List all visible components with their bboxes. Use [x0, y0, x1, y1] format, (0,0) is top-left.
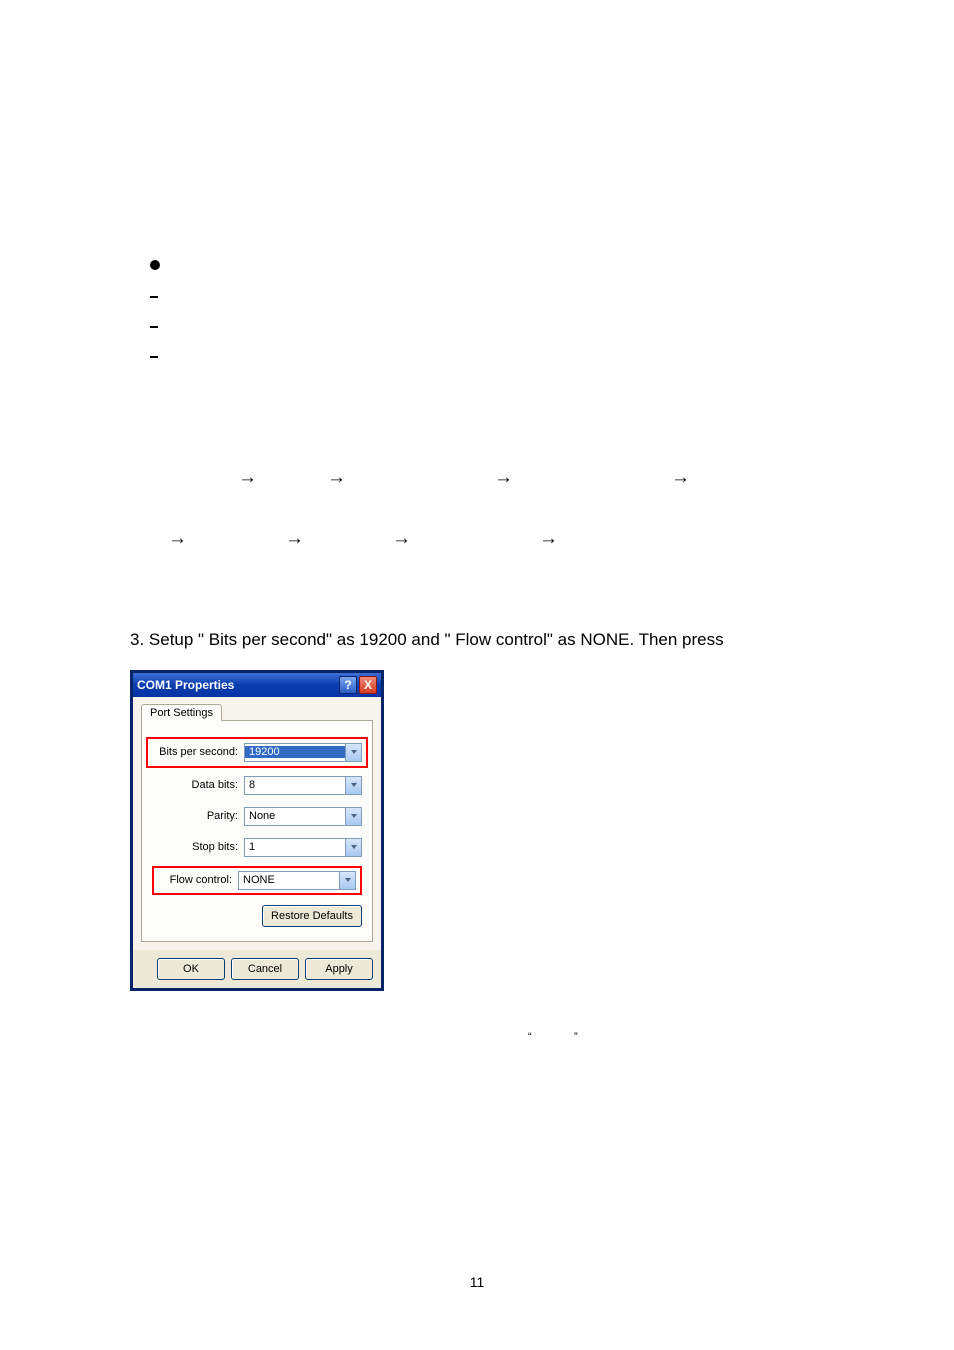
bullet-dot-icon: [150, 260, 160, 270]
highlight-flow-control: Flow control: NONE: [152, 866, 362, 895]
arrow-path-block: → → → → → → → →: [130, 468, 834, 548]
parity-label: Parity:: [207, 810, 238, 822]
chevron-down-icon[interactable]: [345, 744, 361, 761]
arrow-icon: →: [539, 529, 558, 548]
dialog-body: Port Settings Bits per second: 19200: [133, 697, 381, 950]
page-number: 11: [0, 1274, 954, 1290]
arrow-icon: →: [494, 468, 513, 487]
instruction-text: 3. Setup " Bits per second" as 19200 and…: [130, 628, 834, 652]
dialog-titlebar[interactable]: COM1 Properties ? X: [133, 673, 381, 697]
flow-label: Flow control:: [170, 874, 232, 886]
close-quote-icon: ”: [574, 1031, 578, 1043]
parity-combo[interactable]: None: [244, 807, 362, 826]
document-page: → → → → → → → → 3. Setup " Bits per seco…: [0, 0, 954, 1350]
flow-combo[interactable]: NONE: [238, 871, 356, 890]
cancel-button[interactable]: Cancel: [231, 958, 299, 980]
question-icon: ?: [344, 678, 351, 692]
close-icon: X: [364, 678, 372, 692]
tab-pane: Bits per second: 19200 Data bits: 8: [141, 720, 373, 942]
apply-button[interactable]: Apply: [305, 958, 373, 980]
databits-label: Data bits:: [192, 779, 238, 791]
bps-value: 19200: [245, 746, 345, 758]
chevron-down-icon[interactable]: [345, 808, 361, 825]
ok-button[interactable]: OK: [157, 958, 225, 980]
open-quote-icon: “: [528, 1031, 532, 1043]
tab-port-settings[interactable]: Port Settings: [141, 704, 222, 721]
databits-combo[interactable]: 8: [244, 776, 362, 795]
restore-defaults-button[interactable]: Restore Defaults: [262, 905, 362, 927]
arrow-icon: →: [327, 468, 346, 487]
bullet-dash-icon: [150, 296, 158, 298]
arrow-icon: →: [168, 529, 187, 548]
chevron-down-icon[interactable]: [339, 872, 355, 889]
help-button[interactable]: ?: [339, 676, 357, 694]
dialog-button-row: OK Cancel Apply: [133, 950, 381, 988]
parity-value: None: [245, 810, 345, 822]
highlight-bits-per-second: Bits per second: 19200: [146, 737, 368, 768]
arrow-icon: →: [671, 468, 690, 487]
stopbits-value: 1: [245, 841, 345, 853]
stopbits-combo[interactable]: 1: [244, 838, 362, 857]
chevron-down-icon[interactable]: [345, 839, 361, 856]
bullet-dash-icon: [150, 326, 158, 328]
quote-marks: “ ”: [130, 1031, 834, 1051]
arrow-icon: →: [238, 468, 257, 487]
dialog-title: COM1 Properties: [137, 678, 234, 692]
bps-combo[interactable]: 19200: [244, 743, 362, 762]
bullet-dash-icon: [150, 356, 158, 358]
arrow-icon: →: [392, 529, 411, 548]
bps-label: Bits per second:: [159, 746, 238, 758]
close-button[interactable]: X: [359, 676, 377, 694]
arrow-row: → → → →: [130, 468, 834, 487]
databits-value: 8: [245, 779, 345, 791]
chevron-down-icon[interactable]: [345, 777, 361, 794]
arrow-row: → → → →: [130, 529, 834, 548]
com-properties-dialog: COM1 Properties ? X Port Settings Bits p…: [130, 670, 384, 991]
flow-value: NONE: [239, 874, 339, 886]
bullet-list: [130, 260, 834, 358]
stopbits-label: Stop bits:: [192, 841, 238, 853]
arrow-icon: →: [285, 529, 304, 548]
